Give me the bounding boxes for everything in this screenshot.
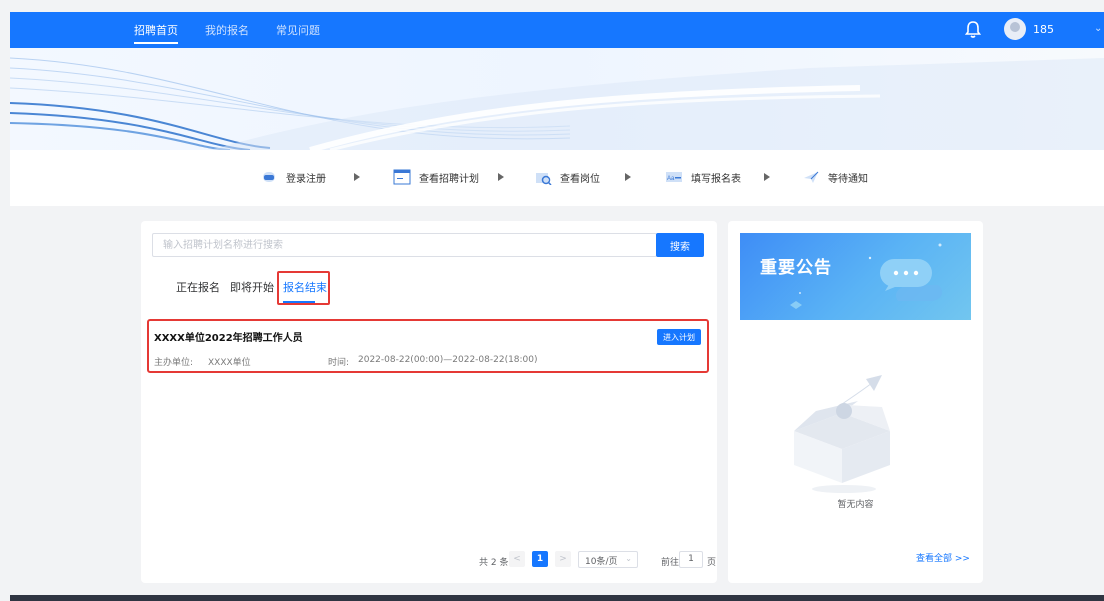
svg-text:Aa: Aa <box>667 176 675 182</box>
plan-card: XXXX单位2022年招聘工作人员 进入计划 主办单位: XXXX单位 时间: … <box>147 319 709 373</box>
process-steps: 登录注册 查看招聘计划 查看岗位 Aa 填写报名表 等待通知 <box>10 150 1104 206</box>
arrow-right-icon <box>498 173 504 181</box>
prev-page-button[interactable]: < <box>509 551 525 567</box>
form-edit-icon: Aa <box>666 172 682 182</box>
page-unit-label: 页 <box>707 558 717 568</box>
empty-state-text: 暂无内容 <box>837 500 874 510</box>
step-view-plan: 查看招聘计划 <box>393 169 479 185</box>
arrow-right-icon <box>764 173 770 181</box>
step-label: 查看招聘计划 <box>419 173 479 185</box>
search-button[interactable]: 搜索 <box>656 233 704 257</box>
nav-item-faq[interactable]: 常见问题 <box>276 22 320 38</box>
view-all-link[interactable]: 查看全部 >> <box>916 551 970 564</box>
goto-page-input[interactable]: 1 <box>679 551 703 568</box>
tab-registering[interactable]: 正在报名 <box>176 279 220 295</box>
page-button[interactable]: 1 <box>532 551 548 567</box>
magnifier-doc-icon <box>536 173 552 185</box>
time-value: 2022-08-22(00:00)—2022-08-22(18:00) <box>358 355 538 365</box>
step-label: 登录注册 <box>286 173 326 185</box>
paper-plane-icon <box>804 171 819 183</box>
step-register: 登录注册 <box>260 169 326 185</box>
empty-box-icon <box>794 375 890 493</box>
document-icon <box>393 169 411 185</box>
notice-panel: 重要公告 暂无内容 查看全部 >> <box>728 221 983 583</box>
plan-title[interactable]: XXXX单位2022年招聘工作人员 <box>154 329 303 344</box>
step-view-positions: 查看岗位 <box>534 169 600 185</box>
top-nav-bar: 招聘首页 我的报名 常见问题 185 ⌄ <box>10 12 1104 48</box>
step-label: 填写报名表 <box>691 173 741 185</box>
nav-item-my-applications[interactable]: 我的报名 <box>205 22 249 38</box>
enter-plan-button[interactable]: 进入计划 <box>657 329 701 345</box>
organizer-value: XXXX单位 <box>208 358 251 368</box>
step-label: 查看岗位 <box>560 173 600 185</box>
avatar[interactable] <box>1004 18 1026 40</box>
chevron-down-icon[interactable]: ⌄ <box>1094 23 1102 34</box>
recruitment-plans-panel: 搜索 正在报名 即将开始 报名结束 XXXX单位2022年招聘工作人员 进入计划… <box>141 221 717 583</box>
chat-bubble-icon <box>790 243 943 309</box>
step-wait-notice: 等待通知 <box>802 169 868 185</box>
notice-banner: 重要公告 <box>740 233 971 320</box>
search-input[interactable] <box>152 233 657 257</box>
login-icon <box>263 172 275 182</box>
footer-bar <box>10 595 1104 601</box>
page-size-value: 10条/页 <box>585 557 618 567</box>
pagination-total: 共 2 条 <box>479 558 509 568</box>
chevron-down-icon: ⌄ <box>625 554 632 563</box>
goto-label: 前往 <box>661 558 680 568</box>
bell-icon[interactable] <box>964 20 982 40</box>
page-size-select[interactable]: 10条/页 ⌄ <box>578 551 638 568</box>
step-fill-form: Aa 填写报名表 <box>665 169 741 185</box>
tab-highlight-box <box>277 271 330 305</box>
organizer-label: 主办单位: <box>154 358 194 368</box>
step-label: 等待通知 <box>828 173 868 185</box>
time-label: 时间: <box>328 358 350 368</box>
next-page-button[interactable]: > <box>555 551 571 567</box>
tab-upcoming[interactable]: 即将开始 <box>230 279 274 295</box>
header-banner <box>10 48 1104 150</box>
nav-item-home[interactable]: 招聘首页 <box>134 22 178 44</box>
arrow-right-icon <box>354 173 360 181</box>
username[interactable]: 185 <box>1033 23 1054 36</box>
banner-wave-graphic <box>10 57 1104 150</box>
arrow-right-icon <box>625 173 631 181</box>
